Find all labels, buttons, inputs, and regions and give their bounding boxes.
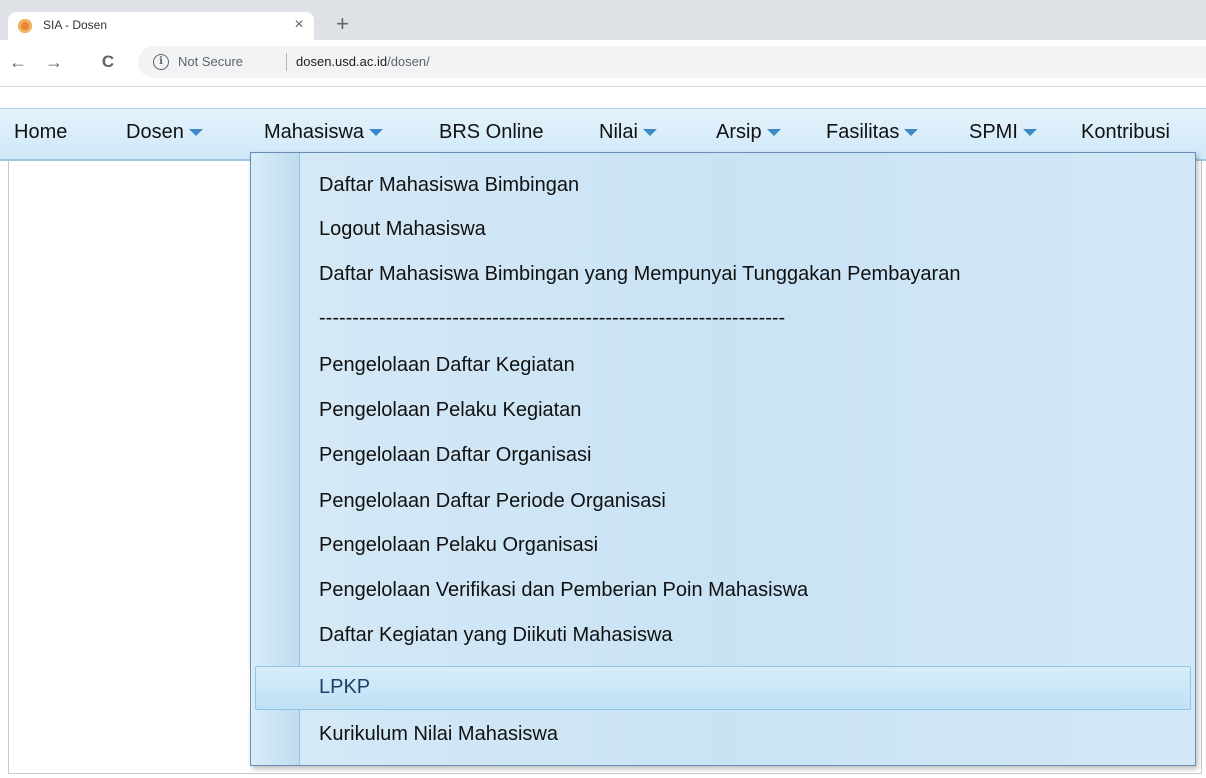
info-icon[interactable]: i — [153, 54, 169, 70]
menu-fasilitas-label: Fasilitas — [826, 121, 900, 143]
browser-tab-strip: SIA - Dosen × + — [0, 0, 1206, 40]
chevron-down-icon — [369, 129, 384, 137]
chevron-down-icon — [188, 129, 203, 137]
menu-dosen-label: Dosen — [126, 121, 184, 143]
menu-spmi-label: SPMI — [969, 121, 1018, 143]
site-favicon-icon — [18, 19, 32, 33]
menu-home[interactable]: Home — [14, 121, 67, 144]
menu-spmi[interactable]: SPMI — [969, 121, 1037, 144]
dropdown-item-verifikasi-poin-mahasiswa[interactable]: Pengelolaan Verifikasi dan Pemberian Poi… — [319, 579, 808, 602]
menu-kontribusi-label: Kontribusi — [1081, 121, 1170, 143]
chevron-down-icon — [1022, 129, 1037, 137]
browser-toolbar: ← → C i Not Secure dosen.usd.ac.id/dosen… — [0, 40, 1206, 87]
url-text[interactable]: dosen.usd.ac.id/dosen/ — [296, 54, 430, 69]
dropdown-item-daftar-kegiatan-diikuti[interactable]: Daftar Kegiatan yang Diikuti Mahasiswa — [319, 624, 673, 647]
chevron-down-icon — [904, 129, 919, 137]
menu-brs-online[interactable]: BRS Online — [439, 121, 544, 144]
dropdown-item-kurikulum-nilai-mahasiswa[interactable]: Kurikulum Nilai Mahasiswa — [319, 723, 558, 746]
dropdown-item-lpkp[interactable]: LPKP — [319, 676, 370, 699]
new-tab-icon[interactable]: + — [336, 13, 349, 35]
dropdown-item-pengelolaan-daftar-periode-organisasi[interactable]: Pengelolaan Daftar Periode Organisasi — [319, 490, 666, 513]
menu-mahasiswa[interactable]: Mahasiswa — [264, 121, 384, 144]
reload-icon[interactable]: C — [96, 50, 120, 74]
menu-home-label: Home — [14, 121, 68, 143]
menu-dosen[interactable]: Dosen — [126, 121, 203, 144]
dropdown-item-pengelolaan-pelaku-kegiatan[interactable]: Pengelolaan Pelaku Kegiatan — [319, 399, 581, 422]
forward-arrow-icon[interactable]: → — [42, 50, 66, 74]
browser-tab[interactable]: SIA - Dosen × — [8, 12, 314, 40]
address-bar[interactable]: i Not Secure dosen.usd.ac.id/dosen/ — [138, 46, 1206, 78]
dropdown-item-logout-mahasiswa[interactable]: Logout Mahasiswa — [319, 218, 486, 241]
url-path: /dosen/ — [387, 54, 430, 69]
mahasiswa-dropdown-menu: Daftar Mahasiswa Bimbingan Logout Mahasi… — [250, 152, 1196, 766]
security-label[interactable]: Not Secure — [178, 54, 243, 69]
dropdown-item-daftar-mahasiswa-bimbingan[interactable]: Daftar Mahasiswa Bimbingan — [319, 174, 579, 197]
menu-nilai-label: Nilai — [599, 121, 638, 143]
dropdown-item-tunggakan-pembayaran[interactable]: Daftar Mahasiswa Bimbingan yang Mempunya… — [319, 263, 960, 286]
menu-mahasiswa-label: Mahasiswa — [264, 121, 365, 143]
chevron-down-icon — [642, 129, 657, 137]
menu-arsip-label: Arsip — [716, 121, 762, 143]
menu-arsip[interactable]: Arsip — [716, 121, 781, 144]
url-host: dosen.usd.ac.id — [296, 54, 388, 69]
tab-title: SIA - Dosen — [43, 18, 108, 32]
dropdown-separator: ----------------------------------------… — [319, 307, 786, 329]
dropdown-item-pengelolaan-daftar-kegiatan[interactable]: Pengelolaan Daftar Kegiatan — [319, 354, 575, 377]
chevron-down-icon — [766, 129, 781, 137]
dropdown-item-highlight — [255, 666, 1191, 710]
dropdown-item-pengelolaan-pelaku-organisasi[interactable]: Pengelolaan Pelaku Organisasi — [319, 534, 598, 557]
menu-nilai[interactable]: Nilai — [599, 121, 657, 144]
close-tab-icon[interactable]: × — [290, 15, 308, 35]
address-separator — [286, 53, 287, 71]
dropdown-item-pengelolaan-daftar-organisasi[interactable]: Pengelolaan Daftar Organisasi — [319, 444, 591, 467]
menu-kontribusi[interactable]: Kontribusi — [1081, 121, 1170, 144]
menu-fasilitas[interactable]: Fasilitas — [826, 121, 919, 144]
back-arrow-icon[interactable]: ← — [6, 50, 30, 74]
menu-brs-online-label: BRS Online — [439, 121, 544, 143]
